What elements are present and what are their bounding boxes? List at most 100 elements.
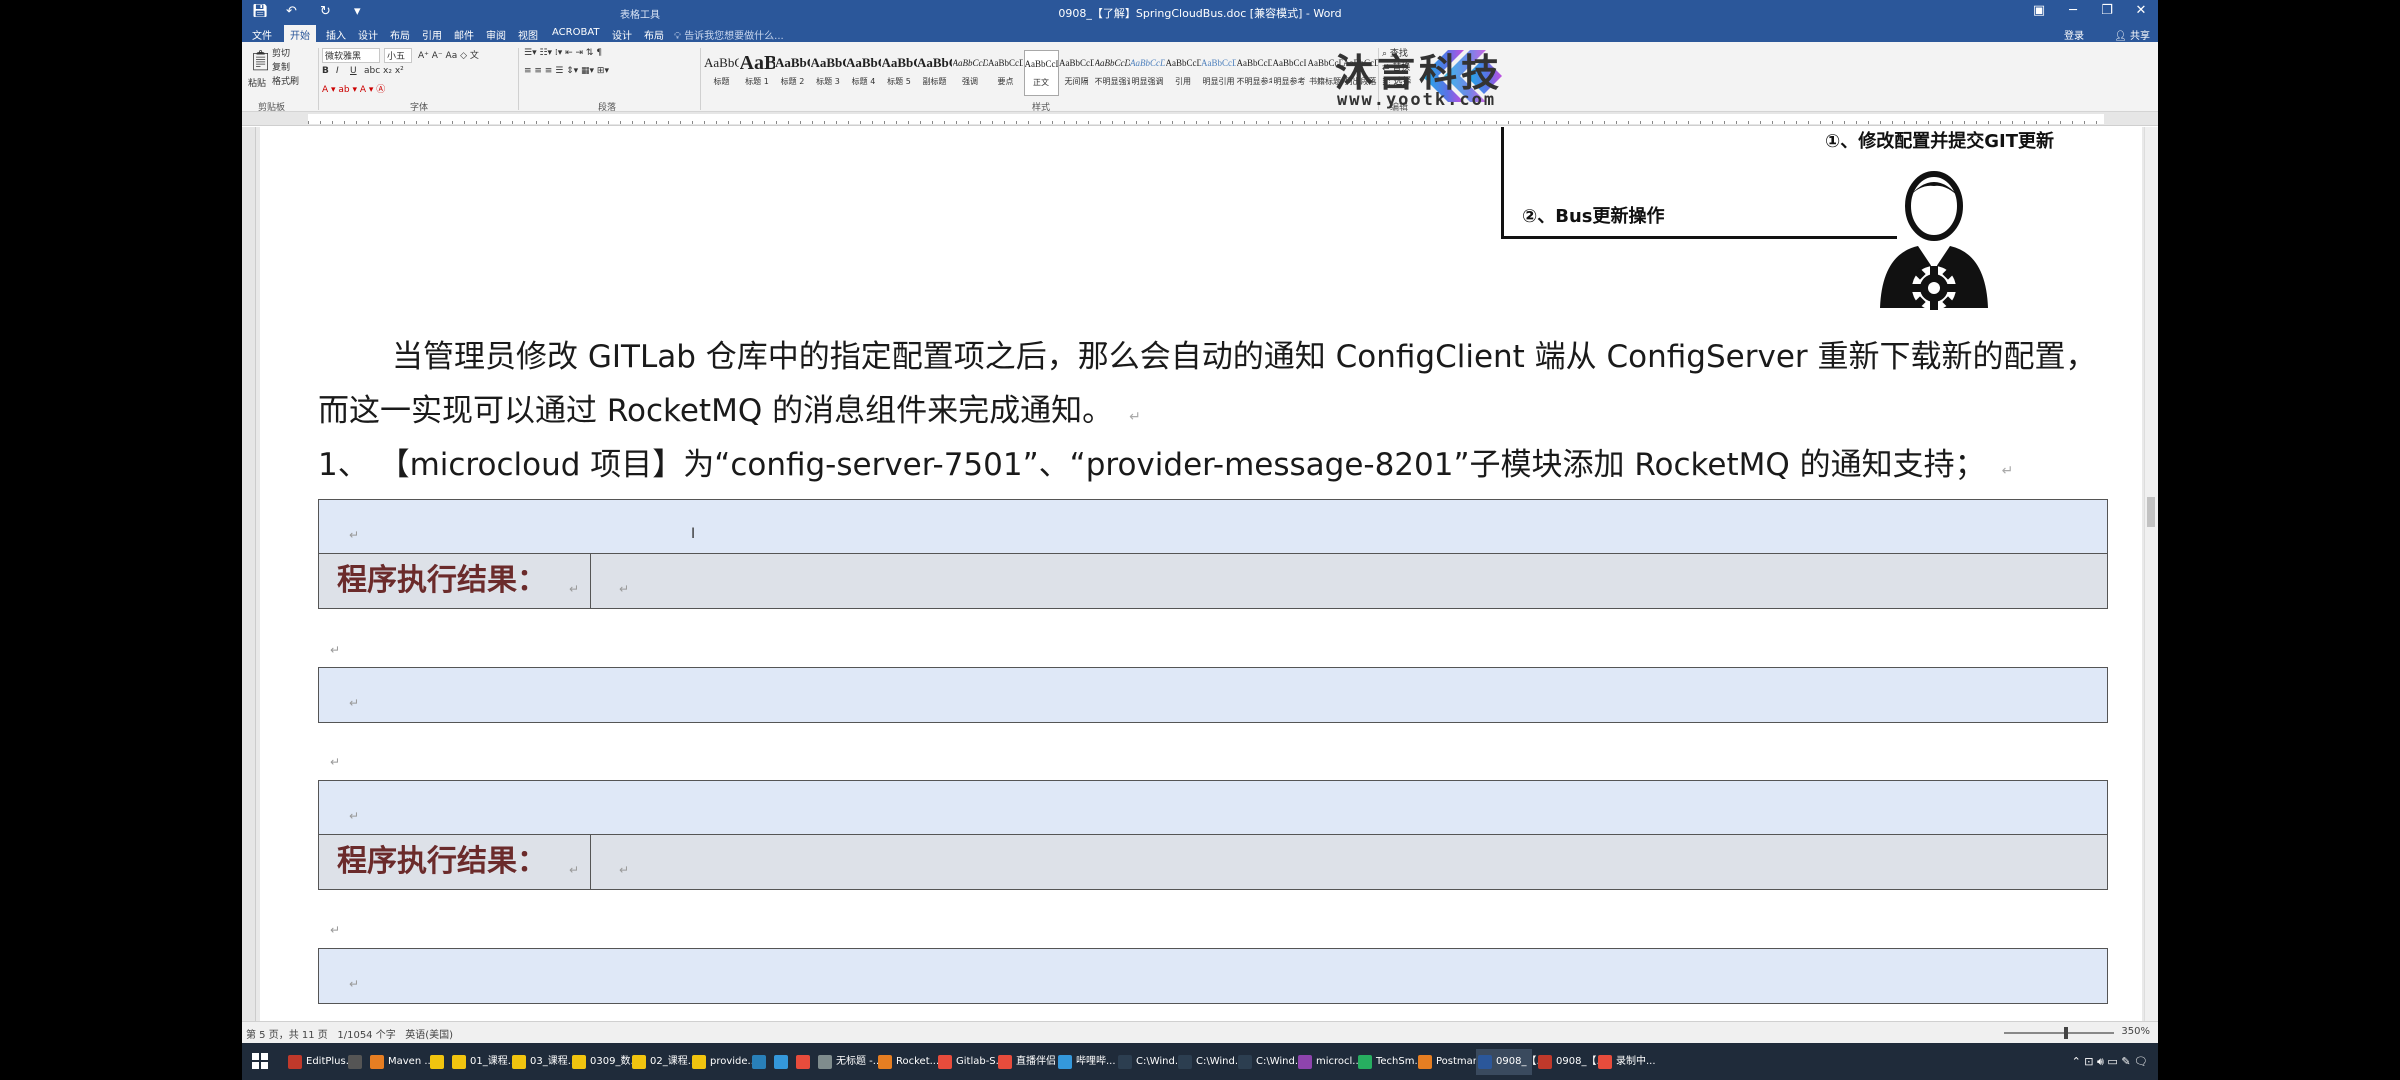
taskbar-item[interactable]: 0908_【...: [1476, 1049, 1546, 1075]
style-item[interactable]: AaBbCcD 要点: [988, 50, 1023, 96]
page-count[interactable]: 第 5 页，共 11 页: [246, 1030, 328, 1041]
tab-insert[interactable]: 插入: [326, 27, 346, 42]
vertical-scrollbar[interactable]: [2144, 127, 2158, 1021]
style-item[interactable]: AaBbC 副标题: [917, 50, 952, 96]
taskbar-item[interactable]: [346, 1049, 366, 1075]
taskbar-item[interactable]: 无标题 -...: [816, 1049, 882, 1075]
windows-start-icon[interactable]: [252, 1053, 268, 1069]
zoom-slider[interactable]: [2004, 1032, 2114, 1034]
code-table[interactable]: ↵: [318, 667, 2108, 723]
code-cell[interactable]: ↵ I: [319, 500, 2107, 554]
close-button[interactable]: ✕: [2124, 3, 2158, 18]
style-item[interactable]: AaBbCcDc 强调: [953, 50, 988, 96]
scroll-thumb[interactable]: [2147, 497, 2155, 527]
tab-layout[interactable]: 布局: [390, 27, 410, 42]
style-item[interactable]: AaBbCcDc 引用: [1166, 50, 1201, 96]
style-item[interactable]: AaBl 标题 1: [740, 50, 775, 96]
minimize-button[interactable]: ─: [2056, 3, 2090, 18]
taskbar-item[interactable]: C:\Wind...: [1176, 1049, 1244, 1075]
horizontal-ruler[interactable]: [242, 112, 2158, 126]
underline-icon[interactable]: U: [350, 66, 357, 76]
taskbar-item[interactable]: Maven ...: [368, 1049, 434, 1075]
font-name-select[interactable]: 微软雅黑: [322, 48, 380, 63]
ribbon-display-icon[interactable]: ▣: [2022, 3, 2056, 18]
share-button[interactable]: 👤︎ 共享: [2114, 27, 2150, 42]
code-cell[interactable]: ↵: [319, 781, 2107, 835]
taskbar-item[interactable]: 02_课程...: [630, 1049, 697, 1075]
style-item[interactable]: AaBbC 标题 5: [882, 50, 917, 96]
tab-home[interactable]: 开始: [284, 25, 316, 42]
italic-icon[interactable]: I: [336, 66, 339, 76]
zoom-level[interactable]: 350%: [2121, 1026, 2150, 1037]
style-item[interactable]: AaBbC 标题: [704, 50, 739, 96]
taskbar-item[interactable]: microcl...: [1296, 1049, 1362, 1075]
grow-font-icon[interactable]: A⁺ A⁻ Aa ◇ 文: [418, 48, 479, 61]
taskbar-item[interactable]: 哔哩哔...: [1056, 1049, 1116, 1075]
step-paragraph[interactable]: 1、 【microcloud 项目】为“config-server-7501”、…: [318, 438, 2098, 498]
copy-button[interactable]: 复制: [272, 60, 290, 73]
taskbar-item[interactable]: provide...: [690, 1049, 757, 1075]
vertical-ruler[interactable]: [242, 127, 256, 1021]
taskbar-item[interactable]: EditPlus...: [286, 1049, 355, 1075]
result-row[interactable]: 程序执行结果： ↵ ↵: [319, 554, 2107, 608]
code-table[interactable]: ↵: [318, 948, 2108, 1004]
bullets-icon[interactable]: ☰▾ ☷▾ ⁞▾ ⇤ ⇥ ⇅ ¶: [524, 48, 602, 58]
font-size-select[interactable]: 小五: [384, 48, 412, 63]
tell-me-box[interactable]: 💡︎ 告诉我您想要做什么...: [674, 27, 784, 42]
taskbar-item[interactable]: Postman: [1416, 1049, 1479, 1075]
taskbar-item[interactable]: [772, 1049, 792, 1075]
style-item[interactable]: AaBbCcDc 明显引用: [1201, 50, 1236, 96]
tab-references[interactable]: 引用: [422, 27, 442, 42]
style-item[interactable]: AaBbC 标题 3: [811, 50, 846, 96]
taskbar-item[interactable]: TechSm...: [1356, 1049, 1424, 1075]
style-item[interactable]: AaBbCcDc 明显强调: [1130, 50, 1165, 96]
taskbar-item[interactable]: 01_课程...: [450, 1049, 517, 1075]
taskbar-item[interactable]: 0309_数...: [570, 1049, 640, 1075]
tab-table-design[interactable]: 设计: [612, 27, 632, 42]
code-table[interactable]: ↵ I 程序执行结果： ↵ ↵: [318, 499, 2108, 609]
style-item[interactable]: AaBbCcDc 正文: [1023, 50, 1059, 96]
tab-file[interactable]: 文件: [252, 27, 272, 42]
body-paragraph[interactable]: 当管理员修改 GITLab 仓库中的指定配置项之后，那么会自动的通知 Confi…: [318, 330, 2098, 384]
tab-acrobat[interactable]: ACROBAT: [552, 27, 600, 38]
document-page[interactable]: ①、修改配置并提交GIT更新 ②、Bus更新操作 当管理员修改 GITLab 仓…: [260, 127, 2142, 1021]
taskbar-item[interactable]: [750, 1049, 770, 1075]
system-tray[interactable]: ⌃ ⊡ 🔊︎ ▭ ✎ 🗨︎: [2072, 1055, 2148, 1069]
code-cell[interactable]: ↵: [319, 668, 2107, 722]
taskbar-item[interactable]: [428, 1049, 448, 1075]
login-link[interactable]: 登录: [2064, 27, 2084, 42]
taskbar-item[interactable]: C:\Wind...: [1236, 1049, 1304, 1075]
language-indicator[interactable]: 英语(美国): [405, 1030, 453, 1041]
taskbar-item[interactable]: 03_课程...: [510, 1049, 577, 1075]
taskbar-item[interactable]: [794, 1049, 814, 1075]
tab-table-layout[interactable]: 布局: [644, 27, 664, 42]
taskbar-item[interactable]: C:\Wind...: [1116, 1049, 1184, 1075]
strikethrough-icon[interactable]: abc x₂ x²: [364, 66, 404, 76]
taskbar-item[interactable]: 0908_【...: [1536, 1049, 1606, 1075]
font-color-icon[interactable]: A ▾ ab ▾ A ▾ Ⓐ: [322, 82, 385, 95]
result-row[interactable]: 程序执行结果： ↵ ↵: [319, 835, 2107, 889]
body-paragraph[interactable]: 而这一实现可以通过 RocketMQ 的消息组件来完成通知。 ↵: [318, 384, 2098, 444]
taskbar-item[interactable]: 录制中...: [1596, 1049, 1656, 1075]
align-icons[interactable]: ≡ ≡ ≡ ☰ ⇕▾ ▦▾ ⊞▾: [524, 66, 609, 76]
cut-button[interactable]: 剪切: [272, 46, 290, 59]
tab-design[interactable]: 设计: [358, 27, 378, 42]
style-item[interactable]: AaBbC 标题 4: [846, 50, 881, 96]
zoom-slider-thumb[interactable]: [2064, 1027, 2068, 1039]
taskbar-item[interactable]: 直播伴侣: [996, 1049, 1056, 1075]
paste-icon[interactable]: 📋︎: [248, 48, 273, 72]
word-count[interactable]: 1/1054 个字: [337, 1030, 395, 1041]
format-painter-button[interactable]: 格式刷: [272, 74, 299, 87]
tab-mailings[interactable]: 邮件: [454, 27, 474, 42]
style-item[interactable]: AaBbCcDc 无间隔: [1059, 50, 1094, 96]
paste-label[interactable]: 粘贴: [248, 76, 266, 89]
style-item[interactable]: AaBbCcDc 不明显强调: [1095, 50, 1130, 96]
tab-view[interactable]: 视图: [518, 27, 538, 42]
style-item[interactable]: AaBbC 标题 2: [775, 50, 810, 96]
bold-icon[interactable]: B: [322, 66, 329, 76]
taskbar-item[interactable]: Gitlab-S...: [936, 1049, 1005, 1075]
tab-review[interactable]: 审阅: [486, 27, 506, 42]
restore-button[interactable]: ❐: [2090, 3, 2124, 18]
code-table[interactable]: ↵ 程序执行结果： ↵ ↵: [318, 780, 2108, 890]
code-cell[interactable]: ↵: [319, 949, 2107, 1003]
